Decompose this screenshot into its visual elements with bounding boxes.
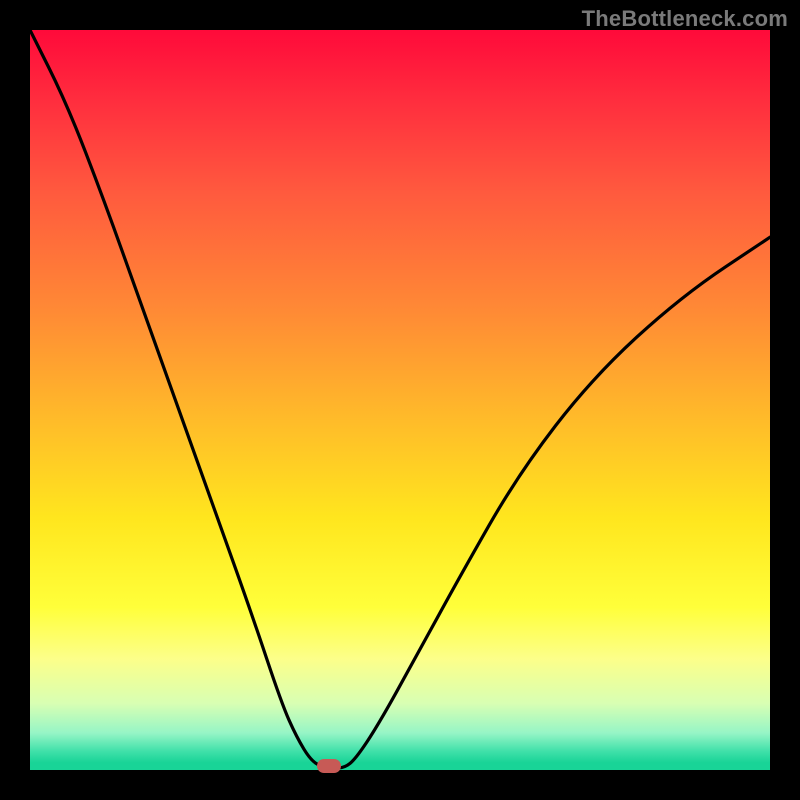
chart-plot-area [30,30,770,770]
watermark-text: TheBottleneck.com [582,6,788,32]
optimal-point-marker [317,759,341,773]
